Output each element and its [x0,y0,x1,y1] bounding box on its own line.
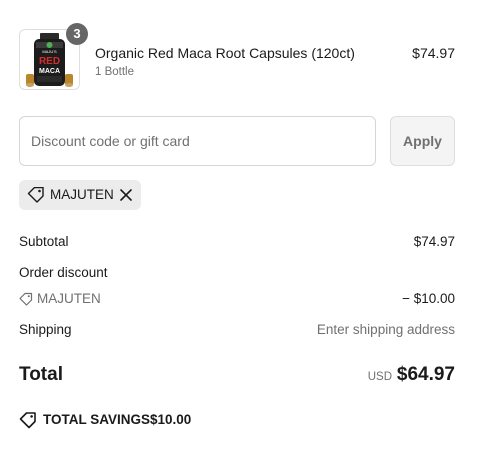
product-variant: 1 Bottle [95,66,134,78]
subtotal-value: $74.97 [413,234,455,249]
applied-discount-code: MAJUTEN [50,187,114,202]
bottle-red-text: RED [39,56,60,67]
order-discount-code: MAJUTEN [37,291,101,306]
applied-discount-chip: MAJUTEN [19,180,141,210]
order-discount-label: Order discount [19,265,108,280]
close-icon[interactable] [118,187,134,203]
total-savings-amount: $10.00 [150,412,192,427]
bottle-brand-text: MAJU'S [42,49,57,54]
bottle-maca-text: MACA [39,68,60,75]
savings-tag-icon [19,412,36,429]
discount-code-input[interactable] [19,116,376,166]
tag-icon [27,187,44,203]
total-amount: $64.97 [396,364,455,385]
product-price: $74.97 [412,45,455,61]
subtotal-label: Subtotal [19,234,69,249]
shipping-label: Shipping [19,322,72,337]
total-currency: USD [367,371,392,383]
total-label: Total [19,364,63,385]
total-savings-label: TOTAL SAVINGS [43,412,151,427]
order-discount-value: − $10.00 [402,291,455,306]
product-name: Organic Red Maca Root Capsules (120ct) [95,45,355,61]
discount-tag-icon [19,292,33,306]
apply-discount-button[interactable]: Apply [390,116,455,166]
quantity-badge: 3 [66,23,88,45]
shipping-value: Enter shipping address [316,322,455,337]
